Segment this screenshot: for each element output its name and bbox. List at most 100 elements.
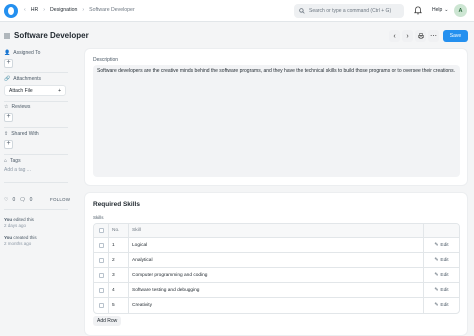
- table-row[interactable]: 2 Analytical ✎ Edit: [94, 253, 459, 268]
- pencil-icon: ✎: [434, 242, 439, 248]
- edit-row-button[interactable]: ✎ Edit: [423, 298, 459, 313]
- edit-label: Edit: [440, 272, 449, 278]
- skill-cell[interactable]: Software testing and debugging: [128, 283, 423, 297]
- plus-icon: +: [58, 87, 61, 94]
- row-checkbox[interactable]: [98, 242, 104, 248]
- tag-icon: ⌂: [4, 158, 8, 164]
- avatar[interactable]: A: [454, 4, 467, 17]
- row-checkbox[interactable]: [98, 287, 104, 293]
- attach-file-button[interactable]: Attach File +: [4, 85, 66, 96]
- help-dropdown[interactable]: Help ⌄: [432, 7, 449, 13]
- activity-action: edited this: [12, 217, 34, 222]
- paperclip-icon: 🔗: [4, 76, 11, 82]
- previous-doc-button[interactable]: ‹: [389, 30, 400, 42]
- print-button[interactable]: [415, 30, 426, 42]
- bell-icon[interactable]: [414, 6, 422, 15]
- divider: [4, 182, 68, 183]
- select-all-checkbox[interactable]: [98, 228, 104, 233]
- divider: [4, 154, 68, 155]
- column-header-no: No.: [108, 224, 128, 237]
- search-placeholder: Search or type a command (Ctrl + G): [309, 8, 392, 14]
- more-actions-button[interactable]: ⋯: [428, 30, 439, 42]
- description-editor[interactable]: Software developers are the creative min…: [93, 65, 460, 177]
- top-navbar: ‹ HR › Designation › Software Developer …: [0, 0, 474, 22]
- chevron-right-icon: ›: [82, 7, 85, 13]
- activity-user[interactable]: You: [4, 217, 12, 222]
- next-doc-button[interactable]: ›: [402, 30, 413, 42]
- section-title: Required Skills: [93, 201, 140, 208]
- activity-user[interactable]: You: [4, 235, 12, 240]
- form-sidebar: 👤 Assigned To + 🔗 Attachments Attach File …: [0, 46, 72, 336]
- edit-row-button[interactable]: ✎ Edit: [423, 268, 459, 282]
- star-icon: ☆: [4, 104, 9, 110]
- table-row[interactable]: 1 Logical ✎ Edit: [94, 238, 459, 253]
- table-row[interactable]: 3 Computer programming and coding ✎ Edit: [94, 268, 459, 283]
- required-skills-section: Required Skills Skills No. Skill 1 Logic…: [84, 192, 468, 336]
- pencil-icon: ✎: [434, 287, 439, 293]
- activity-item: You created this 2 months ago: [4, 235, 37, 247]
- table-row[interactable]: 4 Software testing and debugging ✎ Edit: [94, 283, 459, 298]
- row-number: 5: [108, 298, 128, 313]
- like-count: 0: [12, 197, 16, 203]
- skill-cell[interactable]: Computer programming and coding: [128, 268, 423, 282]
- row-number: 4: [108, 283, 128, 297]
- edit-row-button[interactable]: ✎ Edit: [423, 253, 459, 267]
- activity-time: 2 days ago: [4, 223, 27, 228]
- skills-field-label: Skills: [93, 215, 104, 220]
- chevron-right-icon: ›: [406, 32, 409, 40]
- add-row-button[interactable]: Add Row: [93, 316, 122, 326]
- row-number: 3: [108, 268, 128, 282]
- add-review-button[interactable]: +: [4, 113, 13, 122]
- page-title: Software Developer: [14, 31, 89, 40]
- assigned-to-label: 👤 Assigned To: [4, 50, 41, 56]
- divider: [4, 209, 68, 210]
- edit-label: Edit: [440, 242, 449, 248]
- description-label: Description: [93, 57, 119, 63]
- row-checkbox[interactable]: [98, 257, 104, 263]
- row-checkbox[interactable]: [98, 272, 104, 278]
- page-header: Software Developer ‹ › ⋯ Save: [0, 26, 474, 46]
- divider: [4, 127, 68, 128]
- user-icon: 👤: [4, 50, 11, 56]
- column-header-actions: [423, 224, 459, 237]
- search-input[interactable]: Search or type a command (Ctrl + G): [294, 4, 404, 18]
- breadcrumb-designation[interactable]: Designation: [50, 7, 77, 13]
- table-header: No. Skill: [94, 224, 459, 238]
- breadcrumb-current[interactable]: Software Developer: [89, 7, 135, 13]
- add-tag-input[interactable]: Add a tag ...: [4, 167, 31, 173]
- row-number: 2: [108, 253, 128, 267]
- sidebar-toggle-icon[interactable]: [4, 33, 10, 39]
- shared-with-label: ⇪ Shared With: [4, 131, 39, 137]
- printer-icon: [417, 33, 424, 39]
- skill-cell[interactable]: Logical: [128, 238, 423, 252]
- app-logo[interactable]: [4, 4, 18, 18]
- attachments-label: 🔗 Attachments: [4, 76, 42, 82]
- follow-button[interactable]: FOLLOW: [50, 197, 70, 202]
- add-share-button[interactable]: +: [4, 140, 13, 149]
- breadcrumb-hr[interactable]: HR: [31, 7, 39, 13]
- row-checkbox[interactable]: [98, 303, 104, 308]
- add-assignee-button[interactable]: +: [4, 59, 13, 68]
- breadcrumb: ‹ HR › Designation › Software Developer: [24, 7, 135, 13]
- attach-file-label: Attach File: [9, 87, 33, 94]
- edit-label: Edit: [440, 287, 449, 293]
- pencil-icon: ✎: [434, 272, 439, 278]
- table-row[interactable]: 5 Creativity ✎ Edit: [94, 298, 459, 313]
- skill-cell[interactable]: Analytical: [128, 253, 423, 267]
- pencil-icon: ✎: [434, 303, 439, 308]
- save-button[interactable]: Save: [443, 30, 468, 42]
- activity-action: created this: [12, 235, 37, 240]
- divider: [4, 101, 68, 102]
- help-label: Help: [432, 7, 443, 13]
- comment-icon[interactable]: 🗨: [19, 197, 25, 203]
- edit-row-button[interactable]: ✎ Edit: [423, 283, 459, 297]
- column-header-skill: Skill: [128, 224, 423, 237]
- pencil-icon: ✎: [434, 257, 439, 263]
- search-icon: [299, 8, 305, 14]
- heart-icon[interactable]: ♡: [4, 197, 8, 203]
- description-section: Description Software developers are the …: [84, 48, 468, 186]
- edit-row-button[interactable]: ✎ Edit: [423, 238, 459, 252]
- share-icon: ⇪: [4, 131, 9, 137]
- ellipsis-icon: ⋯: [430, 33, 437, 40]
- skill-cell[interactable]: Creativity: [128, 298, 423, 313]
